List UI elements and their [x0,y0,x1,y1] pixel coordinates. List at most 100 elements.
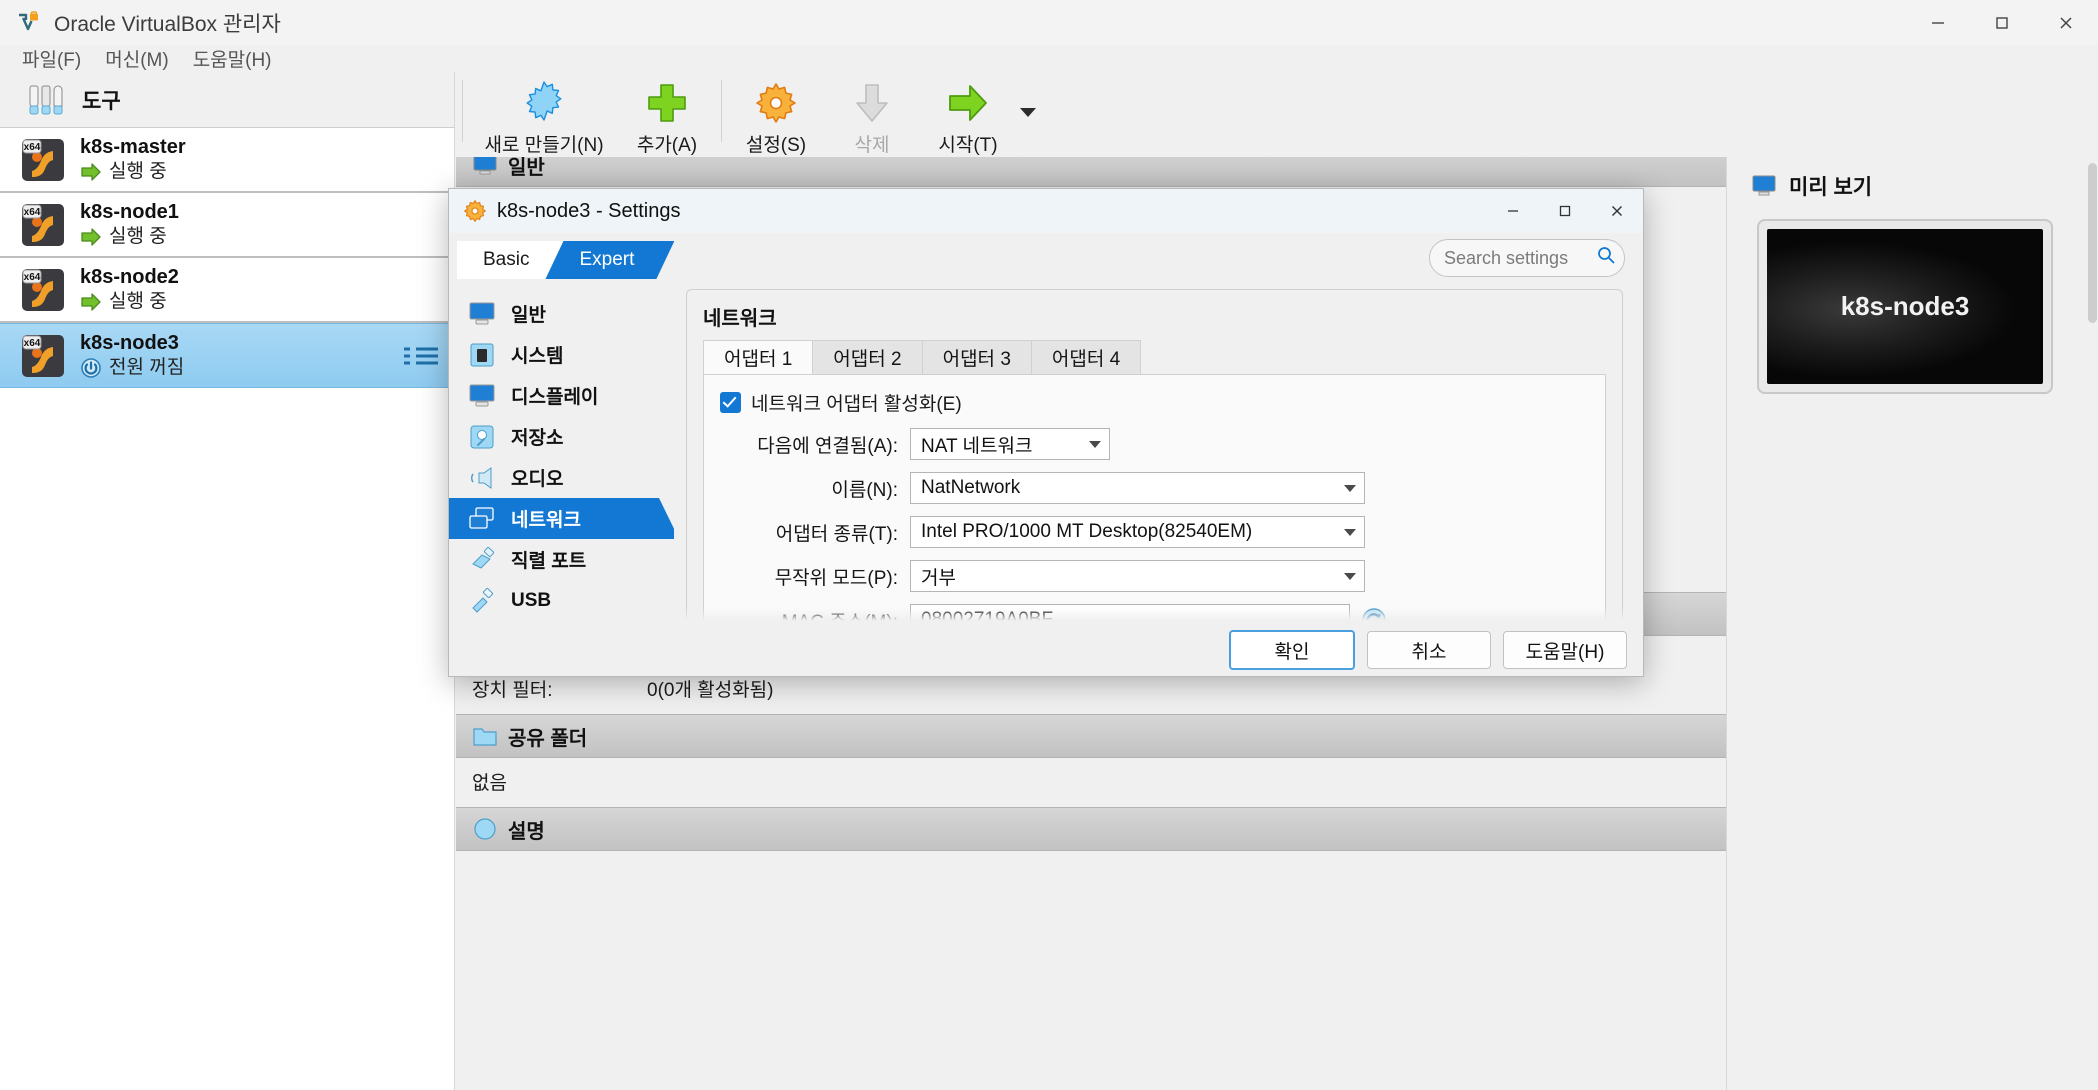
vm-state-label: 전원 꺼짐 [109,357,185,379]
add-plus-icon [645,80,689,126]
tab-adapter-4-label: 어댑터 4 [1051,349,1121,370]
tab-expert-label: Expert [579,249,635,270]
vm-text: k8s-node1 실행 중 [80,200,179,249]
promiscuous-mode-value: 거부 [921,567,956,589]
search-input[interactable] [1442,246,1596,270]
vm-list-item-k8s-node3[interactable]: x64 k8s-node3 전원 꺼짐 [0,323,454,388]
vm-state-label: 실행 중 [109,226,167,248]
menu-file[interactable]: 파일(F) [10,43,93,74]
attached-to-select[interactable]: NAT 네트워크 [910,428,1110,460]
menu-machine[interactable]: 머신(M) [93,43,180,74]
settings-nav-item-network[interactable]: 네트워크 [449,498,674,539]
tab-adapter-4[interactable]: 어댑터 4 [1030,340,1142,374]
details-scrollbar[interactable] [2088,163,2097,323]
details-row: 없음 [472,768,1726,795]
chevron-down-icon [1344,528,1356,536]
help-button[interactable]: 도움말(H) [1503,631,1627,669]
refresh-mac-icon[interactable] [1360,606,1388,626]
settings-nav-item-storage[interactable]: 저장소 [449,416,674,457]
settings-search-box[interactable] [1429,239,1625,277]
tab-adapter-2[interactable]: 어댑터 2 [812,340,923,374]
attached-to-row: 다음에 연결됨(A): NAT 네트워크 [720,428,1589,460]
ok-button[interactable]: 확인 [1229,630,1355,670]
toolbar-start-label: 시작(T) [938,135,998,156]
network-name-value: NatNetwork [921,477,1021,498]
settings-nav-label: 오디오 [511,469,564,490]
toolbar-new-button[interactable]: 새로 만들기(N) [469,74,619,157]
vm-state-label: 실행 중 [109,291,167,313]
toolbar-settings-button[interactable]: 설정(S) [728,74,824,157]
preview-screen-label: k8s-node3 [1840,291,1970,321]
details-key: 장치 필터: [472,680,553,701]
preview-title: 미리 보기 [1789,176,1873,199]
tab-basic[interactable]: Basic [457,241,563,279]
caret-down-icon[interactable] [1020,108,1036,117]
preview-pane: 미리 보기 k8s-node3 [1726,157,2098,1090]
general-monitor-icon [467,300,497,328]
close-icon[interactable] [1591,189,1643,233]
maximize-icon[interactable] [1539,189,1591,233]
close-icon[interactable] [2034,0,2098,45]
network-name-select[interactable]: NatNetwork [910,472,1365,504]
toolbar-add-button[interactable]: 추가(A) [619,74,715,157]
vm-list-item-k8s-master[interactable]: x64 k8s-master 실행 중 [0,128,454,193]
vm-state: 실행 중 [80,226,179,249]
network-name-row: 이름(N): NatNetwork [720,472,1589,504]
vm-list-item-k8s-node1[interactable]: x64 k8s-node1 실행 중 [0,193,454,258]
toolbar-settings-label: 설정(S) [745,135,807,156]
minimize-icon[interactable] [1906,0,1970,45]
tab-adapter-3[interactable]: 어댑터 3 [921,340,1032,374]
settings-nav-label: 디스플레이 [511,387,599,408]
network-name-label: 이름(N): [831,479,898,501]
cancel-button[interactable]: 취소 [1367,631,1491,669]
vm-text: k8s-node2 실행 중 [80,265,179,314]
settings-nav-label: 저장소 [511,428,564,449]
vm-row-handle[interactable] [404,347,438,364]
svg-text:x64: x64 [24,142,41,153]
settings-dialog-window-controls [1487,189,1643,233]
mac-address-input[interactable]: 08002719A0BF [910,604,1350,626]
settings-nav-item-display[interactable]: 디스플레이 [449,375,674,416]
enable-network-adapter-checkbox[interactable] [720,392,741,413]
enable-network-adapter-row[interactable]: 네트워크 어댑터 활성화(E) [720,389,1589,416]
settings-nav-item-system[interactable]: 시스템 [449,334,674,375]
details-value: 0(0개 활성화됨) [647,680,774,701]
settings-nav-item-usb[interactable]: USB [449,580,674,621]
network-group: 네트워크 어댑터 1 어댑터 2 어댑터 3 어댑터 4 네트워크 어댑터 활성… [686,289,1623,626]
network-group-title: 네트워크 [703,308,777,330]
tab-expert[interactable]: Expert [545,241,674,279]
new-star-icon [521,80,567,126]
settings-nav-label: 네트워크 [511,510,581,531]
serial-port-icon [467,546,497,574]
settings-nav-item-general[interactable]: 일반 [449,293,674,334]
display-monitor-icon [467,382,497,410]
details-shared-body: 없음 [456,758,1726,807]
settings-mode-tabs: Basic Expert [457,241,674,279]
virtualbox-manager-window: Oracle VirtualBox 관리자 파일(F) 머신(M) 도움말(H) [0,0,2098,1090]
sidebar-item-tools[interactable]: 도구 [0,72,454,128]
preview-frame[interactable]: k8s-node3 [1757,219,2053,394]
chevron-down-icon [1089,440,1101,448]
settings-nav-item-audio[interactable]: 오디오 [449,457,674,498]
toolbar-add-label: 추가(A) [636,135,698,156]
menu-help[interactable]: 도움말(H) [181,43,284,74]
toolbar-separator [462,80,463,142]
vm-state: 실행 중 [80,161,186,184]
maximize-icon[interactable] [1970,0,2034,45]
machine-list-pane: 도구 x64 k8s-master 실행 중 x64 k8s-node1 실행 … [0,72,455,1090]
vm-os-icon: x64 [20,137,66,183]
settings-nav-item-serial-ports[interactable]: 직렬 포트 [449,539,674,580]
promiscuous-mode-select[interactable]: 거부 [910,560,1365,592]
toolbar-separator [721,80,722,142]
search-icon[interactable] [1596,245,1616,271]
window-controls [1906,0,2098,45]
vm-list-item-k8s-node2[interactable]: x64 k8s-node2 실행 중 [0,258,454,323]
preview-screen: k8s-node3 [1767,229,2043,384]
drag-dots-icon [404,347,410,364]
adapter-type-select[interactable]: Intel PRO/1000 MT Desktop(82540EM) [910,516,1365,548]
tab-adapter-1[interactable]: 어댑터 1 [703,340,814,374]
minimize-icon[interactable] [1487,189,1539,233]
toolbar-start-button[interactable]: 시작(T) [920,74,1016,157]
running-arrow-icon [80,292,102,312]
general-monitor-icon [472,157,498,177]
